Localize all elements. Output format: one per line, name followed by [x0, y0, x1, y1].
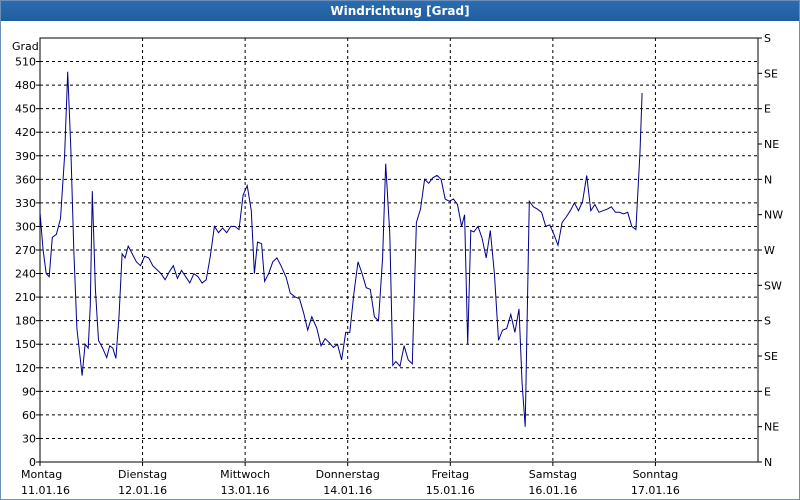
- y-tick-label: 90: [22, 385, 36, 398]
- y-tick-label: 150: [15, 338, 36, 351]
- x-tick-day-label: Samstag: [529, 468, 577, 481]
- y-tick-label: 270: [15, 244, 36, 257]
- x-tick-day-label: Freitag: [431, 468, 469, 481]
- wind-direction-chart: 0306090120150180210240270300330360390420…: [12, 32, 783, 497]
- x-axis: Montag 11.01.16 Dienstag 12.01.16 Mittwoch 13…: [21, 462, 680, 497]
- y-axis-label: Grad: [12, 40, 39, 53]
- x-tick-day-label: Sonntag: [633, 468, 679, 481]
- x-tick-date-label: 14.01.16: [323, 484, 372, 497]
- x-tick-day-label: Montag: [21, 468, 62, 481]
- y-right-tick-label: SW: [764, 279, 782, 292]
- y-tick-label: 420: [15, 126, 36, 139]
- x-tick-date-label: 11.01.16: [21, 484, 70, 497]
- y-right-tick-label: NE: [764, 421, 779, 434]
- y-tick-label: 180: [15, 315, 36, 328]
- x-tick-date-label: 13.01.16: [221, 484, 270, 497]
- plot-frame: [39, 37, 759, 463]
- y-axis-left: 0306090120150180210240270300330360390420…: [15, 56, 40, 469]
- y-right-tick-label: S: [764, 315, 771, 328]
- x-tick-date-label: 15.01.16: [426, 484, 475, 497]
- y-tick-label: 240: [15, 268, 36, 281]
- y-right-tick-label: SE: [764, 350, 778, 363]
- y-right-tick-label: W: [764, 244, 775, 257]
- x-tick-date-label: 17.01.16: [631, 484, 680, 497]
- y-tick-label: 360: [15, 173, 36, 186]
- y-tick-label: 330: [15, 197, 36, 210]
- y-tick-label: 120: [15, 362, 36, 375]
- series-line: [39, 71, 643, 427]
- y-axis-right: N NE E SE S SW W NW N NE E SE S: [758, 32, 783, 469]
- y-right-tick-label: N: [764, 173, 772, 186]
- x-tick-date-label: 16.01.16: [528, 484, 577, 497]
- y-right-tick-label: S: [764, 32, 771, 45]
- y-tick-label: 210: [15, 291, 36, 304]
- y-tick-label: 390: [15, 150, 36, 163]
- x-tick-date-label: 12.01.16: [118, 484, 167, 497]
- y-right-tick-label: E: [764, 385, 771, 398]
- y-right-tick-label: N: [764, 456, 772, 469]
- y-tick-label: 30: [22, 432, 36, 445]
- y-tick-label: 480: [15, 79, 36, 92]
- y-right-tick-label: SE: [764, 67, 778, 80]
- y-tick-label: 510: [15, 56, 36, 69]
- y-tick-label: 450: [15, 103, 36, 116]
- y-right-tick-label: E: [764, 103, 771, 116]
- y-right-tick-label: NE: [764, 138, 779, 151]
- y-tick-label: 60: [22, 409, 36, 422]
- y-tick-label: 300: [15, 220, 36, 233]
- x-tick-day-label: Donnerstag: [316, 468, 380, 481]
- x-tick-day-label: Mittwoch: [220, 468, 270, 481]
- x-tick-day-label: Dienstag: [118, 468, 167, 481]
- y-right-tick-label: NW: [764, 209, 783, 222]
- grid-lines: [40, 38, 758, 462]
